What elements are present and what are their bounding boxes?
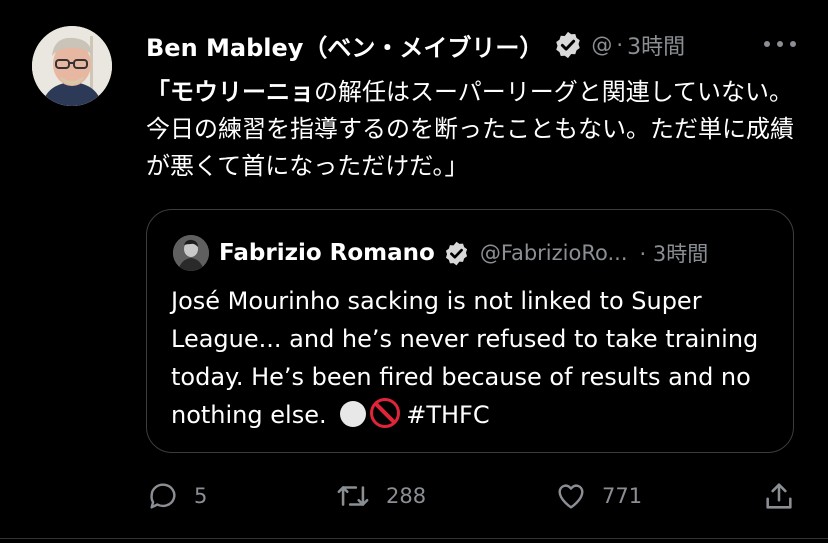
more-options-icon[interactable]	[764, 30, 796, 58]
divider	[0, 538, 828, 539]
quoted-author-handle[interactable]: @FabrizioRo...	[480, 241, 628, 265]
tweet-header: Ben Mabley（ベン・メイブリー） @ · 3時間	[146, 28, 816, 62]
verified-badge-icon	[556, 31, 581, 59]
white-circle-emoji-icon	[340, 401, 367, 427]
share-button[interactable]	[762, 476, 796, 516]
author-handle[interactable]: @	[591, 33, 612, 57]
quoted-tweet[interactable]: Fabrizio Romano @FabrizioRo... · 3時間 Jos…	[146, 209, 794, 453]
like-count: 771	[602, 484, 643, 508]
verified-badge-icon	[445, 241, 467, 265]
quoted-tweet-header: Fabrizio Romano @FabrizioRo... · 3時間	[219, 234, 779, 272]
retweet-count: 288	[386, 484, 427, 508]
author-avatar[interactable]	[32, 26, 112, 106]
share-icon	[766, 483, 792, 509]
quoted-tweet-text: José Mourinho sacking is not linked to S…	[171, 282, 771, 434]
quoted-author-avatar[interactable]	[173, 235, 209, 271]
heart-icon	[558, 484, 584, 509]
hashtag-link[interactable]: #THFC	[406, 401, 489, 429]
quoted-tweet-time[interactable]: · 3時間	[640, 238, 709, 268]
tweet[interactable]: Ben Mabley（ベン・メイブリー） @ · 3時間 「モウリーニョの解任は…	[0, 0, 828, 543]
reply-icon	[150, 483, 176, 509]
reply-button[interactable]: 5	[146, 476, 207, 516]
prohibited-emoji-icon	[370, 398, 401, 428]
tweet-actions: 5 288 771	[146, 476, 806, 516]
tweet-text: 「モウリーニョの解任はスーパーリーグと関連していない。今日の練習を指導するのを断…	[146, 74, 796, 185]
separator-dot: ·	[616, 33, 624, 57]
retweet-icon	[337, 486, 369, 506]
tweet-time[interactable]: 3時間	[627, 29, 685, 61]
reply-count: 5	[194, 484, 208, 508]
like-button[interactable]: 771	[554, 476, 642, 516]
retweet-button[interactable]: 288	[334, 476, 426, 516]
tweet-text-bold: 「モウリーニョ	[146, 78, 314, 106]
author-name[interactable]: Ben Mabley（ベン・メイブリー）	[146, 28, 543, 63]
quoted-author-name[interactable]: Fabrizio Romano	[219, 240, 435, 266]
